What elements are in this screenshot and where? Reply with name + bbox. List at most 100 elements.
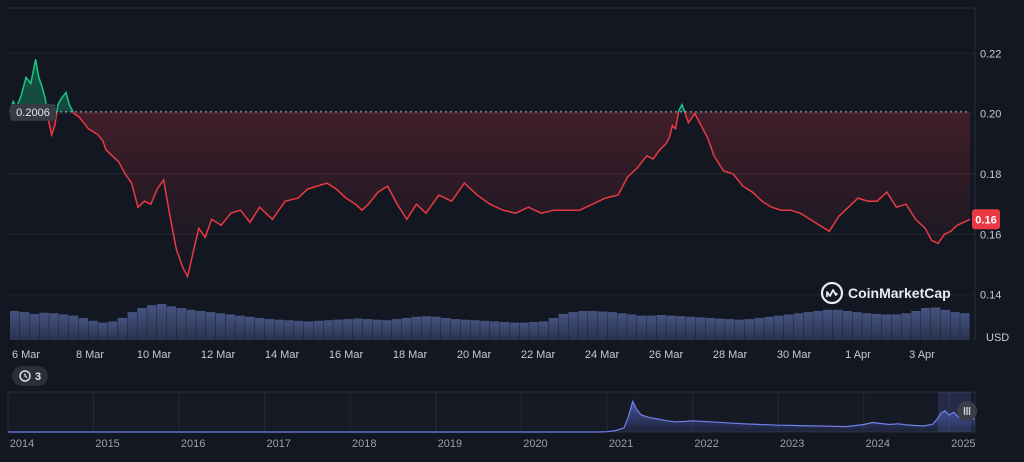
volume-bar bbox=[803, 312, 813, 340]
volume-bar bbox=[901, 313, 911, 340]
volume-bar bbox=[529, 322, 539, 340]
reference-label-text: 0.2006 bbox=[16, 107, 50, 119]
volume-bar bbox=[431, 316, 441, 340]
volume-bar bbox=[597, 311, 608, 340]
volume-bar bbox=[401, 317, 412, 340]
volume-bar bbox=[441, 317, 451, 340]
volume-bar bbox=[607, 312, 617, 340]
volume-bar bbox=[832, 309, 843, 340]
volume-bar bbox=[392, 319, 402, 340]
volume-bar bbox=[911, 310, 921, 340]
volume-bar bbox=[284, 320, 294, 340]
volume-bar bbox=[685, 316, 696, 340]
volume-bar bbox=[734, 319, 745, 340]
volume-bar bbox=[274, 319, 284, 340]
volume-bar bbox=[205, 312, 216, 340]
x-tick-label: 24 Mar bbox=[585, 349, 620, 361]
current-price-badge: 0.16 bbox=[972, 209, 1000, 230]
volume-bar bbox=[186, 309, 196, 340]
volume-bar bbox=[254, 317, 265, 340]
volume-bar bbox=[921, 308, 931, 340]
volume-bar bbox=[568, 312, 578, 340]
volume-bar bbox=[19, 312, 30, 340]
volume-bar bbox=[470, 320, 480, 340]
y-tick-label: 0.18 bbox=[980, 169, 1001, 181]
navigator-tick-label: 2021 bbox=[609, 438, 633, 450]
volume-bar bbox=[156, 304, 167, 340]
volume-bar bbox=[166, 306, 177, 340]
volume-bar bbox=[225, 314, 235, 340]
volume-bar bbox=[137, 308, 147, 340]
volume-bar bbox=[362, 319, 373, 340]
y-tick-label: 0.14 bbox=[980, 290, 1001, 302]
currency-label: USD bbox=[986, 332, 1009, 344]
volume-bar bbox=[352, 318, 363, 340]
events-badge[interactable]: 3 bbox=[12, 366, 48, 386]
x-tick-label: 16 Mar bbox=[329, 349, 364, 361]
volume-bar bbox=[323, 320, 333, 340]
volume-bar bbox=[10, 310, 20, 340]
y-axis-ticks: 0.22 0.20 0.18 0.16 0.14 bbox=[980, 48, 1001, 301]
navigator-tick-label: 2017 bbox=[266, 438, 290, 450]
x-tick-label: 10 Mar bbox=[137, 349, 172, 361]
navigator-tick-label: 2020 bbox=[523, 438, 547, 450]
volume-bar bbox=[58, 314, 69, 340]
volume-bar bbox=[960, 313, 970, 340]
volume-bar bbox=[127, 312, 137, 340]
volume-bar bbox=[587, 310, 598, 340]
x-tick-label: 8 Mar bbox=[76, 349, 104, 361]
range-navigator[interactable]: 2014 2015 2016 2017 2018 2019 2020 2021 2022 2023… bbox=[7, 391, 977, 450]
volume-bar bbox=[98, 322, 108, 340]
volume-bar bbox=[627, 314, 637, 340]
volume-bar bbox=[725, 319, 735, 340]
navigator-tick-label: 2023 bbox=[780, 438, 804, 450]
volume-bar bbox=[950, 312, 960, 340]
chart-root: 0.22 0.20 0.18 0.16 0.14 0.2006 0.16 USD 6 M… bbox=[7, 7, 1009, 450]
volume-bar bbox=[215, 313, 226, 340]
coinmarketcap-logo-icon bbox=[820, 281, 844, 305]
current-price-badge-text: 0.16 bbox=[975, 214, 996, 226]
volume-bar bbox=[764, 316, 774, 340]
volume-bar bbox=[646, 315, 657, 340]
navigator-tick-label: 2018 bbox=[352, 438, 376, 450]
volume-bar bbox=[617, 313, 627, 340]
volume-bar bbox=[372, 319, 382, 340]
volume-bar bbox=[480, 320, 490, 340]
volume-bar bbox=[117, 317, 128, 340]
volume-bar bbox=[695, 317, 706, 340]
volume-bar bbox=[519, 322, 529, 340]
volume-bar bbox=[666, 315, 676, 340]
x-tick-label: 30 Mar bbox=[777, 349, 812, 361]
x-tick-label: 20 Mar bbox=[457, 349, 492, 361]
volume-bar bbox=[930, 307, 941, 340]
volume-bar bbox=[147, 305, 157, 340]
volume-bar bbox=[715, 318, 725, 340]
y-tick-label: 0.20 bbox=[980, 109, 1001, 121]
volume-bar bbox=[196, 310, 206, 340]
x-tick-label: 18 Mar bbox=[393, 349, 428, 361]
volume-bar bbox=[823, 309, 833, 340]
volume-bar bbox=[636, 315, 647, 340]
main-chart[interactable]: 0.22 0.20 0.18 0.16 0.14 0.2006 0.16 USD 6 M… bbox=[8, 7, 1009, 361]
volume-bar bbox=[49, 313, 59, 340]
navigator-x-ticks: 2014 2015 2016 2017 2018 2019 2020 2021 2022 2023… bbox=[10, 438, 976, 450]
volume-bar bbox=[783, 314, 794, 340]
volume-bar bbox=[39, 312, 49, 340]
x-tick-label: 28 Mar bbox=[713, 349, 748, 361]
navigator-tick-label: 2022 bbox=[694, 438, 718, 450]
x-tick-label: 3 Apr bbox=[909, 349, 935, 361]
drag-handle-icon[interactable] bbox=[957, 401, 977, 421]
navigator-tick-label: 2024 bbox=[866, 438, 890, 450]
volume-bar bbox=[754, 317, 764, 340]
volume-bar bbox=[891, 314, 902, 340]
navigator-tick-label: 2015 bbox=[95, 438, 119, 450]
volume-bar bbox=[676, 316, 686, 340]
volume-bar bbox=[303, 321, 314, 340]
volume-bar bbox=[235, 315, 245, 340]
volume-bar bbox=[705, 317, 715, 340]
volume-bar bbox=[68, 315, 79, 340]
volume-bar bbox=[88, 320, 98, 340]
navigator-tick-label: 2014 bbox=[10, 438, 34, 450]
volume-series bbox=[10, 304, 970, 340]
volume-bar bbox=[538, 321, 549, 340]
